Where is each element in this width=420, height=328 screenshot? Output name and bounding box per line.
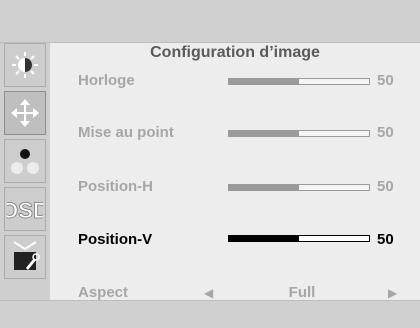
position-h-slider-fill — [229, 185, 299, 190]
menu-title: Configuration d’image — [150, 44, 320, 61]
tab-osd[interactable]: OSD — [4, 187, 46, 231]
setup-tool-icon — [13, 241, 40, 270]
position-h-slider[interactable] — [228, 184, 370, 191]
osd-sidebar: OSD — [0, 43, 50, 300]
aspect-right-arrow[interactable]: ▶ — [388, 286, 397, 300]
horloge-slider-fill — [229, 79, 299, 84]
osd-window: OSD Configuration d’image Horloge 50 Mis… — [0, 0, 420, 328]
position-v-slider-fill — [229, 236, 299, 241]
position-h-label: Position-H — [78, 178, 153, 195]
tab-position[interactable] — [4, 91, 46, 135]
mise-au-point-slider-fill — [229, 131, 299, 136]
position-h-value: 50 — [377, 178, 394, 195]
horloge-value: 50 — [377, 72, 394, 89]
brightness-icon — [12, 52, 38, 78]
tab-setup[interactable] — [4, 235, 46, 279]
position-v-value: 50 — [377, 231, 394, 248]
osd-icon: OSD — [7, 198, 43, 224]
tab-color[interactable] — [4, 139, 46, 183]
aspect-value: Full — [288, 284, 316, 301]
mise-au-point-slider[interactable] — [228, 130, 370, 137]
aspect-left-arrow[interactable]: ◀ — [204, 286, 213, 300]
horloge-slider[interactable] — [228, 78, 370, 85]
osd-top-bar — [0, 0, 420, 43]
tab-brightness[interactable] — [4, 43, 46, 87]
position-v-label: Position-V — [78, 231, 153, 248]
menu-panel: Configuration d’image Horloge 50 Mise au… — [50, 43, 420, 301]
color-dots-icon — [11, 149, 39, 174]
svg-text:OSD: OSD — [7, 198, 43, 223]
mise-au-point-value: 50 — [377, 124, 394, 141]
aspect-label: Aspect — [78, 284, 129, 301]
mise-au-point-label: Mise au point — [78, 124, 174, 141]
move-arrows-icon — [11, 99, 39, 127]
position-v-slider[interactable] — [228, 235, 370, 242]
horloge-label: Horloge — [78, 72, 135, 89]
osd-bottom-bar — [0, 300, 420, 328]
